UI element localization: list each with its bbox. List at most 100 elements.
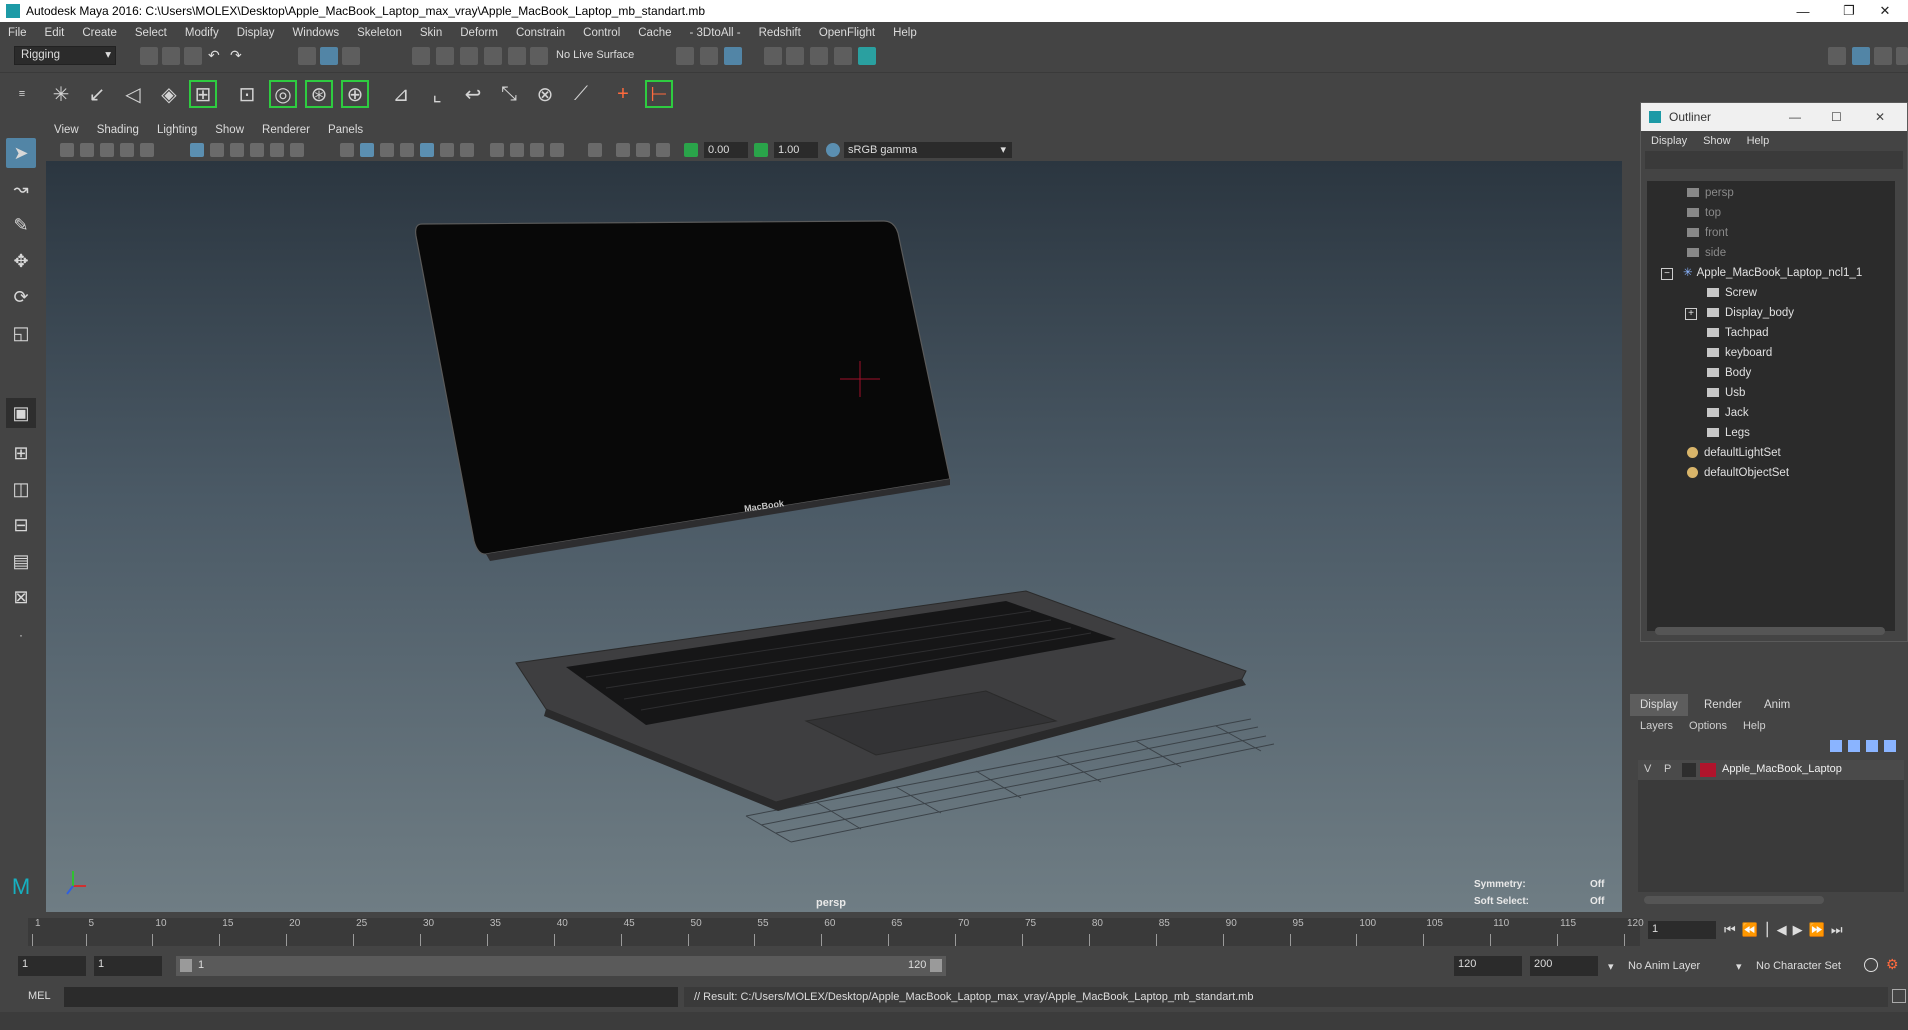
menu-create[interactable]: Create [82, 27, 117, 39]
two-d-pan-zoom-icon[interactable] [120, 143, 134, 157]
move-layer-up-icon[interactable] [1830, 740, 1842, 752]
menu-edit[interactable]: Edit [45, 27, 65, 39]
open-scene-icon[interactable] [162, 47, 180, 65]
layer-name[interactable]: Apple_MacBook_Laptop [1722, 763, 1842, 775]
menu-skeleton[interactable]: Skeleton [357, 27, 402, 39]
layout-options-icon[interactable]: · [6, 620, 36, 650]
textured-icon[interactable] [440, 143, 454, 157]
step-back-key-icon[interactable]: ⏪ [1742, 922, 1758, 938]
outliner-item[interactable]: front [1687, 223, 1728, 243]
menu-deform[interactable]: Deform [460, 27, 498, 39]
select-component-icon[interactable] [342, 47, 360, 65]
cluster-icon[interactable]: ⊛ [304, 79, 334, 109]
current-frame-field[interactable]: 1 [1648, 921, 1716, 939]
layer-color-swatch[interactable] [1700, 763, 1716, 777]
film-gate-icon[interactable] [210, 143, 224, 157]
outliner-item[interactable]: Jack [1707, 403, 1749, 423]
layer-reference-toggle[interactable] [1682, 763, 1696, 777]
perspective-viewport[interactable]: MacBook persp Symmetry: Off Soft Select:… [46, 161, 1622, 912]
script-editor-icon[interactable] [1892, 989, 1906, 1003]
snap-view-icon[interactable] [484, 47, 502, 65]
outliner-item[interactable]: side [1687, 243, 1726, 263]
bind-skin-icon[interactable]: ⊞ [188, 79, 218, 109]
make-live-icon[interactable] [530, 47, 548, 65]
menu-redshift[interactable]: Redshift [759, 27, 801, 39]
tab-anim[interactable]: Anim [1754, 694, 1800, 716]
command-input[interactable] [64, 987, 678, 1007]
panel-menu-lighting[interactable]: Lighting [157, 124, 197, 136]
panel-menu-show[interactable]: Show [215, 124, 244, 136]
paint-select-tool-icon[interactable]: ✎ [6, 210, 36, 240]
hypershade-icon[interactable] [834, 47, 852, 65]
layer-horizontal-scrollbar[interactable] [1644, 896, 1824, 904]
step-forward-key-icon[interactable]: ⏩ [1809, 922, 1825, 938]
outliner-menu-help[interactable]: Help [1747, 135, 1770, 147]
menu-display[interactable]: Display [237, 27, 275, 39]
xray-active-icon[interactable] [636, 143, 650, 157]
insert-joint-icon[interactable]: ↙ [82, 79, 112, 109]
chevron-down-icon[interactable]: ▾ [1608, 960, 1614, 973]
expand-icon[interactable]: + [1685, 308, 1697, 320]
graph-layout-icon[interactable]: ▤ [6, 546, 36, 576]
end-time-field[interactable]: 200 [1530, 956, 1598, 976]
layer-menu-help[interactable]: Help [1743, 720, 1766, 732]
exposure-field[interactable]: 0.00 [704, 142, 748, 158]
outliner-item[interactable]: keyboard [1707, 343, 1772, 363]
outliner-horizontal-scrollbar[interactable] [1655, 627, 1885, 635]
gamma-icon[interactable] [754, 143, 768, 157]
outliner-item[interactable]: − ✳ Apple_MacBook_Laptop_ncl1_1 [1661, 263, 1862, 283]
move-tool-icon[interactable]: ✥ [6, 246, 36, 276]
new-layer-selected-icon[interactable] [1884, 740, 1896, 752]
hypershade-layout-icon[interactable]: ⊠ [6, 582, 36, 612]
tab-render[interactable]: Render [1694, 694, 1752, 716]
joint-tool-icon[interactable]: ✳ [46, 79, 76, 109]
menu-skin[interactable]: Skin [420, 27, 442, 39]
new-layer-icon[interactable] [1866, 740, 1878, 752]
outliner-item[interactable]: Screw [1707, 283, 1757, 303]
parent-constraint-icon[interactable]: ⊗ [530, 79, 560, 109]
workspace-icon[interactable] [1828, 47, 1846, 65]
gamma-field[interactable]: 1.00 [774, 142, 818, 158]
lattice-icon[interactable]: ◎ [268, 79, 298, 109]
outliner-item[interactable]: persp [1687, 183, 1734, 203]
menu-windows[interactable]: Windows [292, 27, 339, 39]
xray-icon[interactable] [420, 143, 434, 157]
snap-surface-icon[interactable] [508, 47, 526, 65]
ik-spline-icon[interactable]: ◈ [154, 79, 184, 109]
layer-playback-toggle[interactable]: P [1664, 763, 1671, 775]
range-slider-bar[interactable]: 1 120 [176, 956, 946, 976]
close-icon[interactable]: ✕ [1875, 110, 1885, 124]
grid-icon[interactable] [190, 143, 204, 157]
menu-openflight[interactable]: OpenFlight [819, 27, 875, 39]
layout-icon[interactable] [1852, 47, 1870, 65]
snap-point-icon[interactable] [460, 47, 478, 65]
image-plane-icon[interactable] [100, 143, 114, 157]
panel-menu-renderer[interactable]: Renderer [262, 124, 310, 136]
menu-file[interactable]: File [8, 27, 27, 39]
new-scene-icon[interactable] [140, 47, 158, 65]
anim-preferences-icon[interactable]: ⚙ [1886, 956, 1899, 973]
anti-aliasing-icon[interactable] [550, 143, 564, 157]
outliner-list[interactable]: persp top front side − ✳ Apple_MacBook_Lap… [1647, 181, 1895, 635]
outliner-item[interactable]: Usb [1707, 383, 1745, 403]
menu-control[interactable]: Control [583, 27, 620, 39]
render-current-frame-icon[interactable] [764, 47, 782, 65]
set-driven-key-icon[interactable]: ⊢ [644, 79, 674, 109]
single-perspective-layout-icon[interactable]: ▣ [6, 398, 36, 428]
panel-menu-panels[interactable]: Panels [328, 124, 363, 136]
chevron-down-icon[interactable]: ▾ [1736, 960, 1742, 973]
start-time-field[interactable]: 1 [18, 956, 86, 976]
outliner-filter-field[interactable] [1645, 151, 1903, 169]
depth-of-field-icon[interactable] [656, 143, 670, 157]
menu-set-dropdown[interactable]: Rigging ▾ [14, 46, 116, 65]
ik-handle-icon[interactable]: ◁ [118, 79, 148, 109]
layer-visibility-toggle[interactable]: V [1644, 763, 1651, 775]
wireframe-on-shaded-icon[interactable] [400, 143, 414, 157]
menu-cache[interactable]: Cache [638, 27, 671, 39]
attribute-editor-icon[interactable] [1896, 47, 1908, 65]
play-forward-icon[interactable]: ▶ [1793, 922, 1803, 938]
menu-help[interactable]: Help [893, 27, 917, 39]
outliner-menu-display[interactable]: Display [1651, 135, 1687, 147]
default-material-icon[interactable] [380, 143, 394, 157]
auto-key-icon[interactable] [1864, 958, 1878, 972]
